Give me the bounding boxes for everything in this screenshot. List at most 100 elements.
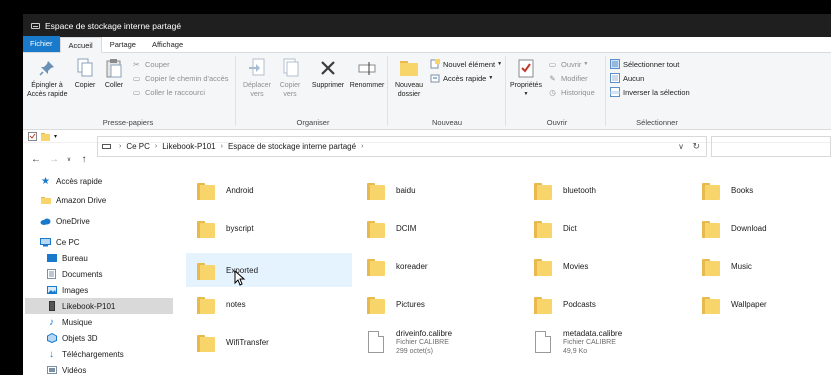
chevron-down-icon: ▼ bbox=[583, 61, 589, 67]
tab-home[interactable]: Accueil bbox=[59, 37, 102, 53]
folder-item[interactable]: DCIM bbox=[356, 211, 522, 245]
folder-item[interactable]: Pictures bbox=[356, 287, 522, 321]
easy-access-label: Accès rapide bbox=[443, 73, 487, 83]
select-none-label: Aucun bbox=[623, 73, 645, 83]
new-item-button[interactable]: Nouvel élément ▼ bbox=[429, 57, 502, 71]
nav-music[interactable]: ♪ Musique bbox=[46, 314, 92, 330]
nav-onedrive[interactable]: OneDrive bbox=[40, 213, 90, 229]
pin-quick-access-button[interactable]: Épingler à Accès rapide bbox=[27, 57, 67, 99]
folder-item[interactable]: byscript bbox=[186, 211, 352, 245]
folder-icon bbox=[534, 255, 552, 277]
back-arrow-icon[interactable]: ← bbox=[27, 154, 45, 165]
rename-button[interactable]: Renommer bbox=[347, 57, 387, 90]
nav-this-pc[interactable]: Ce PC bbox=[40, 234, 80, 250]
copy-path-button[interactable]: ▭ Copier le chemin d'accès bbox=[131, 71, 229, 85]
breadcrumb-device[interactable]: Likebook-P101 bbox=[162, 142, 215, 151]
folder-item[interactable]: Podcasts bbox=[523, 287, 689, 321]
nav-images[interactable]: Images bbox=[46, 282, 88, 298]
folder-item[interactable]: Exported bbox=[186, 253, 352, 287]
nav-documents[interactable]: Documents bbox=[46, 266, 102, 282]
move-to-button[interactable]: Déplacer vers bbox=[239, 57, 275, 99]
new-folder-icon bbox=[398, 57, 420, 79]
file-item[interactable]: driveinfo.calibre Fichier CALIBRE 299 oc… bbox=[356, 325, 522, 359]
paste-shortcut-button[interactable]: ▭ Coller le raccourci bbox=[131, 85, 205, 99]
folder-item[interactable]: Books bbox=[691, 173, 831, 207]
cube-icon bbox=[46, 333, 57, 344]
open-button[interactable]: ▭ Ouvrir ▼ bbox=[547, 57, 588, 71]
up-arrow-icon[interactable]: ↑ bbox=[75, 154, 93, 165]
desktop-icon bbox=[46, 253, 57, 264]
folder-icon bbox=[367, 217, 385, 239]
folder-item[interactable]: Movies bbox=[523, 249, 689, 283]
group-select: Sélectionner tout Aucun Inverser la séle… bbox=[607, 53, 707, 130]
copy-to-button[interactable]: Copier vers bbox=[273, 57, 307, 99]
open-icon: ▭ bbox=[548, 59, 557, 69]
breadcrumb-storage[interactable]: Espace de stockage interne partagé bbox=[228, 142, 356, 151]
images-icon bbox=[46, 285, 57, 296]
recent-locations-chevron-icon[interactable]: ∨ bbox=[63, 156, 75, 163]
folder-item[interactable]: Music bbox=[691, 249, 831, 283]
delete-x-icon bbox=[317, 57, 339, 79]
paste-icon bbox=[103, 57, 125, 79]
breadcrumb-chevron-icon[interactable]: › bbox=[155, 143, 157, 150]
folder-item[interactable]: koreader bbox=[356, 249, 522, 283]
folder-item[interactable]: Dict bbox=[523, 211, 689, 245]
tab-share[interactable]: Partage bbox=[102, 37, 144, 52]
item-name: byscript bbox=[226, 223, 254, 233]
easy-access-button[interactable]: Accès rapide ▼ bbox=[429, 71, 493, 85]
breadcrumb-this-pc[interactable]: Ce PC bbox=[126, 142, 150, 151]
nav-likebook[interactable]: Likebook-P101 bbox=[25, 298, 173, 314]
item-name: WifiTransfer bbox=[226, 337, 269, 347]
folder-icon bbox=[197, 259, 215, 281]
paste-button[interactable]: Coller bbox=[102, 57, 126, 90]
tab-view[interactable]: Affichage bbox=[144, 37, 191, 52]
nav-amazon-drive[interactable]: Amazon Drive bbox=[40, 192, 106, 208]
nav-desktop[interactable]: Bureau bbox=[46, 250, 88, 266]
easy-access-icon bbox=[429, 73, 440, 84]
copy-button[interactable]: Copier bbox=[71, 57, 99, 90]
new-folder-icon[interactable] bbox=[41, 132, 50, 141]
delete-button[interactable]: Supprimer bbox=[309, 57, 347, 90]
nav-3d-objects[interactable]: Objets 3D bbox=[46, 330, 98, 346]
address-bar[interactable]: › Ce PC › Likebook-P101 › Espace de stoc… bbox=[97, 136, 707, 157]
new-folder-label: Nouveau dossier bbox=[394, 82, 424, 98]
forward-arrow-icon[interactable]: → bbox=[45, 154, 63, 165]
address-dropdown-icon[interactable]: ∨ bbox=[678, 142, 684, 151]
folder-item[interactable]: bluetooth bbox=[523, 173, 689, 207]
tab-file[interactable]: Fichier bbox=[23, 36, 60, 52]
properties-button[interactable]: Propriétés ▼ bbox=[507, 57, 545, 99]
title-bar[interactable]: Espace de stockage interne partagé bbox=[23, 14, 831, 37]
folder-icon bbox=[197, 217, 215, 239]
nav-downloads[interactable]: ↓ Téléchargements bbox=[46, 346, 124, 362]
invert-selection-button[interactable]: Inverser la sélection bbox=[609, 85, 690, 99]
file-details: driveinfo.calibre Fichier CALIBRE 299 oc… bbox=[396, 329, 452, 356]
folder-item[interactable]: Android bbox=[186, 173, 352, 207]
copy-to-icon bbox=[279, 57, 301, 79]
properties-icon[interactable] bbox=[28, 131, 37, 141]
select-none-button[interactable]: Aucun bbox=[609, 71, 644, 85]
breadcrumb-chevron-icon[interactable]: › bbox=[221, 143, 223, 150]
customize-toolbar-icon[interactable]: ▾ bbox=[54, 133, 57, 140]
paste-shortcut-icon: ▭ bbox=[132, 87, 141, 97]
nav-videos[interactable]: Vidéos bbox=[46, 362, 86, 375]
rename-icon bbox=[356, 57, 378, 79]
new-folder-button[interactable]: Nouveau dossier bbox=[391, 57, 427, 99]
select-all-button[interactable]: Sélectionner tout bbox=[609, 57, 679, 71]
folder-item[interactable]: notes bbox=[186, 287, 352, 321]
cut-button[interactable]: ✂ Couper bbox=[131, 57, 169, 71]
file-item[interactable]: metadata.calibre Fichier CALIBRE 49,9 Ko bbox=[523, 325, 689, 359]
refresh-icon[interactable]: ↻ bbox=[692, 141, 700, 152]
nav-label: Amazon Drive bbox=[56, 195, 107, 205]
folder-icon bbox=[197, 293, 215, 315]
edit-button[interactable]: ✎ Modifier bbox=[547, 71, 587, 85]
breadcrumb-chevron-icon[interactable]: › bbox=[119, 143, 121, 150]
documents-icon bbox=[46, 269, 57, 280]
folder-item[interactable]: WifiTransfer bbox=[186, 325, 352, 359]
history-button[interactable]: ◷ Historique bbox=[547, 85, 595, 99]
folder-item[interactable]: Download bbox=[691, 211, 831, 245]
search-input[interactable] bbox=[711, 136, 831, 157]
breadcrumb-chevron-icon[interactable]: › bbox=[361, 143, 363, 150]
nav-quick-access[interactable]: ★ Accès rapide bbox=[40, 173, 102, 189]
folder-item[interactable]: Wallpaper bbox=[691, 287, 831, 321]
folder-item[interactable]: baidu bbox=[356, 173, 522, 207]
